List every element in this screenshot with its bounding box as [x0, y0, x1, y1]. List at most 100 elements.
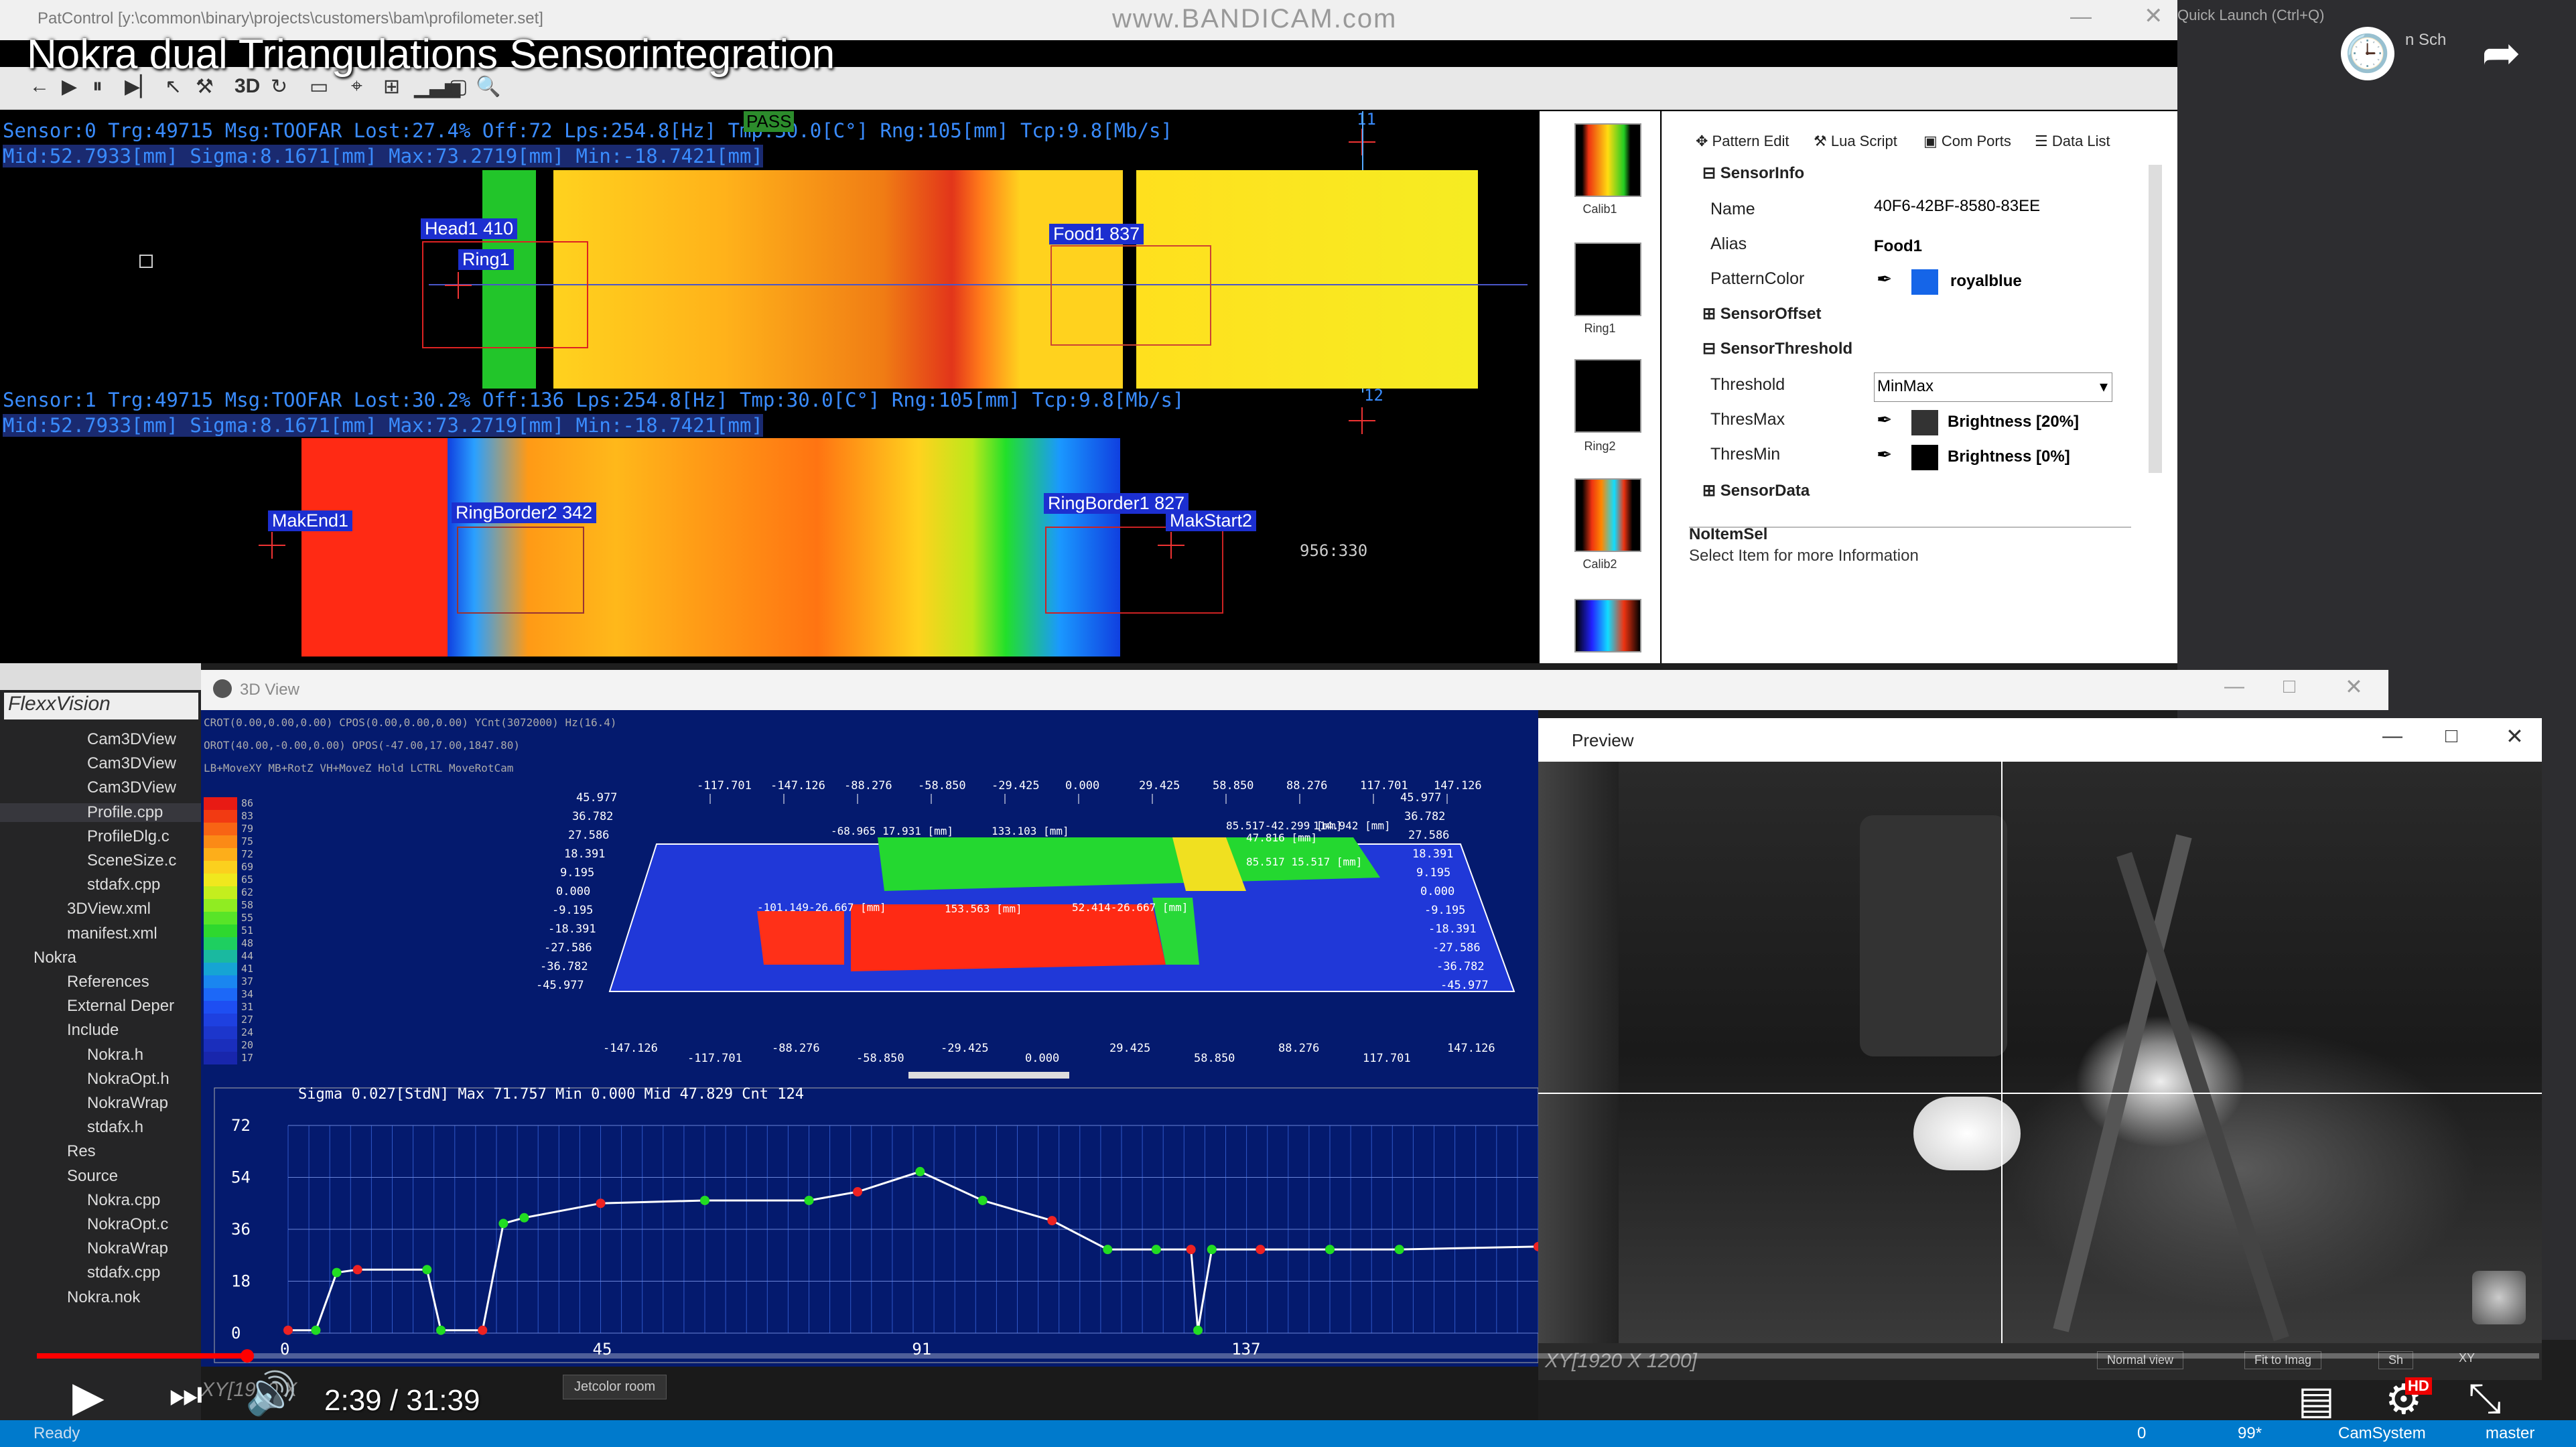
pointer-icon[interactable]: ↖	[165, 75, 182, 98]
square-icon[interactable]: ▢	[449, 75, 468, 98]
tree-item[interactable]: Include	[67, 1021, 119, 1040]
status-branch[interactable]: master	[2486, 1424, 2534, 1443]
refresh-icon[interactable]: ↻	[271, 75, 287, 98]
view3d-canvas[interactable]: CROT(0.00,0.00,0.00) CPOS(0.00,0.00,0.00…	[201, 710, 1538, 1082]
eyedropper-icon[interactable]: ✒	[1877, 443, 1892, 466]
tree-item[interactable]: Nokra	[33, 949, 76, 967]
profile-chart: 0183654720 45 91 137Sigma 0.027[StdN] Max 7…	[201, 1079, 1543, 1367]
frame-icon[interactable]: ▭	[310, 75, 328, 98]
close-icon[interactable]: ✕	[2345, 674, 2363, 699]
scrollbar[interactable]	[2149, 165, 2162, 473]
tree-item[interactable]: Cam3DView	[87, 778, 176, 797]
pause-icon[interactable]: ⏸	[92, 75, 103, 98]
category-sensorthreshold[interactable]: ⊟ SensorThreshold	[1702, 339, 1852, 358]
alias-value[interactable]: Food1	[1874, 237, 1922, 256]
tree-item[interactable]: Cam3DView	[87, 730, 176, 749]
category-sensoroffset[interactable]: ⊞ SensorOffset	[1702, 304, 1821, 324]
tree-item[interactable]: Nokra.nok	[67, 1288, 140, 1307]
threshold-select[interactable]: MinMax ▾	[1874, 372, 2112, 402]
tree-item[interactable]: stdafx.cpp	[87, 1263, 160, 1282]
crosshair-icon[interactable]: ⌖	[351, 75, 362, 98]
tree-item[interactable]: NokraWrap	[87, 1094, 168, 1113]
eyedropper-icon[interactable]: ✒	[1877, 409, 1892, 431]
thumb-calib2[interactable]	[1574, 478, 1641, 552]
ringborder1-roi[interactable]	[1045, 527, 1223, 614]
chart-panel: 0 18 36 54 72 0 45 91 137 Sigma 0.027[StdN] Max 7…	[201, 1079, 1543, 1367]
subtitles-icon[interactable]: ▤	[2298, 1377, 2335, 1423]
view3d-title: 3D View	[240, 681, 299, 699]
fullscreen-icon[interactable]: ⤡	[2468, 1375, 2502, 1423]
thumb-ring2[interactable]	[1574, 359, 1641, 433]
tree-item[interactable]: Res	[67, 1142, 96, 1161]
maximize-icon[interactable]: □	[2283, 675, 2295, 698]
status-project[interactable]: CamSystem	[2338, 1424, 2426, 1443]
coord-readout: 956:330	[1300, 541, 1368, 560]
tree-item[interactable]: Cam3DView	[87, 754, 176, 773]
thumb-5[interactable]	[1574, 599, 1641, 652]
next-icon[interactable]: ⏭	[169, 1372, 202, 1417]
maximize-icon[interactable]: □	[2445, 725, 2457, 748]
zoom-icon[interactable]: 🔍	[476, 75, 500, 98]
play-icon[interactable]: ▶	[72, 1372, 105, 1421]
data-point	[498, 1219, 509, 1229]
tree-item[interactable]: NokraOpt.c	[87, 1215, 168, 1234]
data-point	[1186, 1245, 1196, 1255]
category-sensorinfo[interactable]: ⊟ SensorInfo	[1702, 163, 1804, 183]
tree-item[interactable]: Source	[67, 1167, 118, 1186]
tab-lua-script[interactable]: ⚒ Lua Script	[1814, 133, 1897, 150]
back-icon[interactable]: ←	[29, 75, 50, 98]
camera-image[interactable]	[1538, 762, 2542, 1343]
tree-item[interactable]: NokraWrap	[87, 1239, 168, 1258]
tab-label: Data List	[2051, 133, 2110, 149]
tree-item[interactable]: SceneSize.c	[87, 851, 176, 870]
food-roi[interactable]	[1050, 245, 1211, 346]
tick-label: 88.276	[1278, 1042, 1319, 1055]
profile-view[interactable]: Sensor:0 Trg:49715 Msg:TOOFAR Lost:27.4%…	[0, 111, 1534, 663]
data-point	[804, 1195, 814, 1205]
tree-item[interactable]: stdafx.h	[87, 1118, 143, 1137]
name-value[interactable]: 40F6-42BF-8580-83EE	[1874, 197, 2040, 216]
thresmin-value: Brightness [0%]	[1948, 447, 2070, 466]
tree-item[interactable]: stdafx.cpp	[87, 876, 160, 894]
ringborder2-roi[interactable]	[457, 527, 584, 614]
tab-pattern-edit[interactable]: ✥ Pattern Edit	[1696, 133, 1789, 150]
thumb-ring1[interactable]	[1574, 243, 1641, 316]
next-icon[interactable]: ▶▏	[125, 75, 155, 98]
volume-icon[interactable]: 🔊	[245, 1369, 297, 1418]
progress-handle[interactable]	[240, 1349, 254, 1363]
color-swatch[interactable]	[1911, 269, 1938, 295]
three-d-button[interactable]: 3D	[234, 75, 260, 98]
tab-com-ports[interactable]: ▣ Com Ports	[1923, 133, 2011, 150]
tree-item[interactable]: manifest.xml	[67, 924, 157, 943]
thresmin-swatch[interactable]	[1911, 445, 1938, 470]
play-icon[interactable]: ▶	[62, 75, 77, 98]
progress-track[interactable]	[37, 1353, 2539, 1359]
tab-data-list[interactable]: ☰ Data List	[2035, 133, 2110, 150]
tool-icon[interactable]: ⚒	[196, 75, 214, 98]
tree-item[interactable]: Profile.cpp	[0, 803, 201, 822]
eyedropper-icon[interactable]: ✒	[1877, 268, 1892, 290]
tree-item[interactable]: External Deper	[67, 997, 174, 1016]
minimize-icon[interactable]: —	[2382, 725, 2402, 748]
tree-item[interactable]: ProfileDlg.c	[87, 827, 170, 846]
quick-launch[interactable]: Quick Launch (Ctrl+Q)	[2177, 7, 2324, 24]
minimize-icon[interactable]: —	[2224, 675, 2244, 698]
head-crosshair	[445, 272, 472, 299]
minimize-icon[interactable]: —	[2070, 4, 2092, 29]
close-icon[interactable]: ✕	[2144, 3, 2163, 29]
clock-icon[interactable]: 🕒	[2341, 27, 2394, 80]
dimension-label: 133.103 [mm]	[992, 825, 1069, 837]
thumb-calib1[interactable]	[1574, 123, 1641, 197]
category-sensordata[interactable]: ⊞ SensorData	[1702, 481, 1810, 500]
thresmax-swatch[interactable]	[1911, 410, 1938, 435]
scale-label: 65	[241, 874, 253, 886]
tree-item[interactable]: 3DView.xml	[67, 900, 151, 918]
tree-item[interactable]: References	[67, 973, 149, 991]
tree-item[interactable]: Nokra.cpp	[87, 1191, 160, 1210]
tree-item[interactable]: Nokra.h	[87, 1046, 143, 1064]
share-icon[interactable]: ➦	[2482, 25, 2521, 80]
data-point	[332, 1267, 342, 1278]
close-icon[interactable]: ✕	[2506, 724, 2524, 749]
tree-item[interactable]: NokraOpt.h	[87, 1070, 170, 1089]
grid-icon[interactable]: ⊞	[383, 75, 400, 98]
